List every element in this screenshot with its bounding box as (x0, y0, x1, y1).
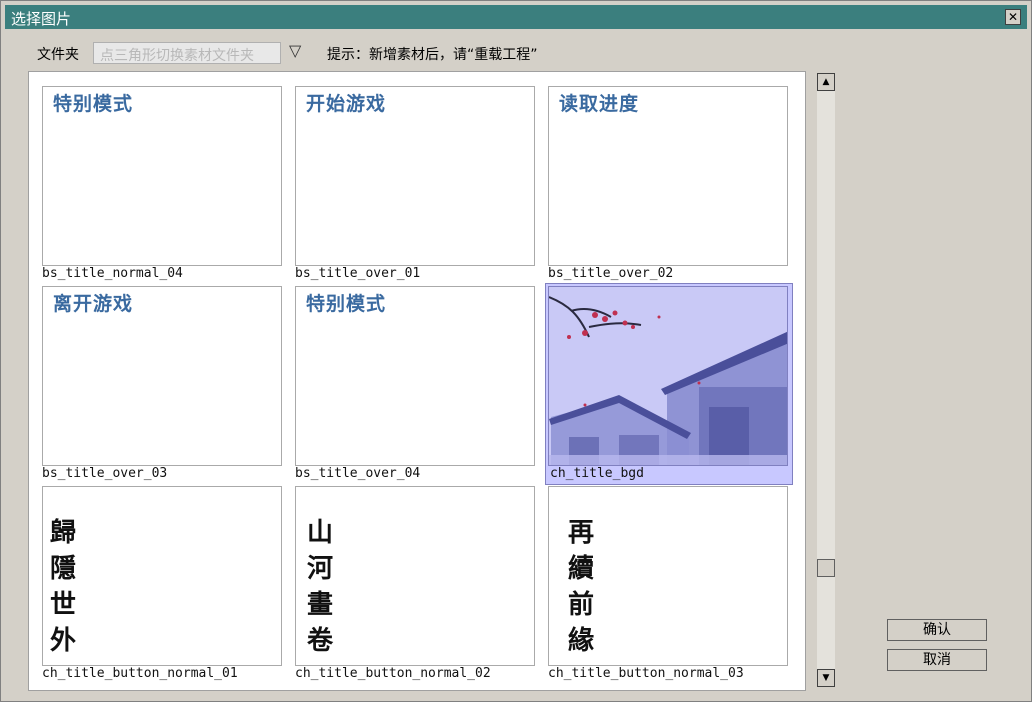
item-caption: ch_title_button_normal_02 (295, 666, 491, 681)
close-button[interactable]: ✕ (1005, 9, 1021, 25)
triangle-down-icon[interactable]: ▽ (289, 41, 301, 60)
gallery-item[interactable]: 离开游戏 bs_title_over_03 (42, 286, 284, 486)
image-gallery[interactable]: 特别模式 bs_title_normal_04 开始游戏 bs_title_ov… (28, 71, 806, 691)
item-caption: ch_title_button_normal_01 (42, 666, 238, 681)
confirm-button[interactable]: 确认 (887, 619, 987, 641)
thumbnail-text: 离开游戏 (53, 293, 134, 315)
item-caption: bs_title_normal_04 (42, 266, 183, 281)
thumbnail-text: 开始游戏 (306, 93, 387, 115)
close-icon: ✕ (1007, 10, 1019, 24)
thumbnail-text: 特别模式 (53, 93, 134, 115)
gallery-item[interactable]: 山 河 畫 卷 ch_title_button_normal_02 (295, 486, 537, 686)
thumbnail: 歸 隱 世 外 (42, 486, 282, 666)
item-caption: ch_title_button_normal_03 (548, 666, 744, 681)
thumbnail-calligraphy: 再 續 前 緣 (567, 518, 594, 656)
gallery-item[interactable]: 特别模式 bs_title_normal_04 (42, 86, 284, 286)
thumbnail: 山 河 畫 卷 (295, 486, 535, 666)
thumbnail: 特别模式 (42, 86, 282, 266)
arrow-up-icon: ▲ (822, 77, 830, 87)
gallery-item[interactable]: 再 續 前 緣 ch_title_button_normal_03 (548, 486, 790, 686)
folder-label: 文件夹 (37, 47, 79, 63)
thumbnail-text: 读取进度 (559, 93, 640, 115)
thumbnail: 读取进度 (548, 86, 788, 266)
thumbnail-text: 特别模式 (306, 293, 387, 315)
thumbnail: 再 續 前 緣 (548, 486, 788, 666)
cancel-button[interactable]: 取消 (887, 649, 987, 671)
ink-painting-image (549, 287, 787, 465)
dialog-title: 选择图片 (11, 10, 72, 28)
item-caption: ch_title_bgd (550, 466, 644, 481)
item-caption: bs_title_over_01 (295, 266, 421, 281)
title-bar[interactable]: 选择图片 ✕ (5, 5, 1027, 29)
scroll-thumb[interactable] (817, 559, 835, 577)
item-caption: bs_title_over_02 (548, 266, 674, 281)
arrow-down-icon: ▼ (822, 673, 830, 683)
thumbnail: 特别模式 (295, 286, 535, 466)
folder-input[interactable]: 点三角形切换素材文件夹 (93, 42, 281, 64)
scroll-up-button[interactable]: ▲ (817, 73, 835, 91)
gallery-item[interactable]: 歸 隱 世 外 ch_title_button_normal_01 (42, 486, 284, 686)
hint-text: 提示：新增素材后，请“重载工程” (327, 47, 538, 63)
thumbnail: 离开游戏 (42, 286, 282, 466)
scroll-down-button[interactable]: ▼ (817, 669, 835, 687)
select-image-dialog: 选择图片 ✕ 文件夹 点三角形切换素材文件夹 ▽ 提示：新增素材后，请“重载工程… (0, 0, 1032, 702)
gallery-item[interactable]: 特别模式 bs_title_over_04 (295, 286, 537, 486)
thumbnail: 开始游戏 (295, 86, 535, 266)
gallery-item[interactable]: 开始游戏 bs_title_over_01 (295, 86, 537, 286)
folder-row: 文件夹 点三角形切换素材文件夹 ▽ 提示：新增素材后，请“重载工程” (1, 41, 1001, 65)
thumbnail-calligraphy: 山 河 畫 卷 (306, 518, 333, 656)
vertical-scrollbar[interactable]: ▲ ▼ (817, 73, 835, 687)
gallery-item[interactable]: 读取进度 bs_title_over_02 (548, 86, 790, 286)
item-caption: bs_title_over_03 (42, 466, 168, 481)
thumbnail (548, 286, 788, 466)
thumbnail-calligraphy: 歸 隱 世 外 (49, 518, 76, 656)
item-caption: bs_title_over_04 (295, 466, 421, 481)
gallery-item-selected[interactable]: ch_title_bgd (545, 283, 793, 485)
